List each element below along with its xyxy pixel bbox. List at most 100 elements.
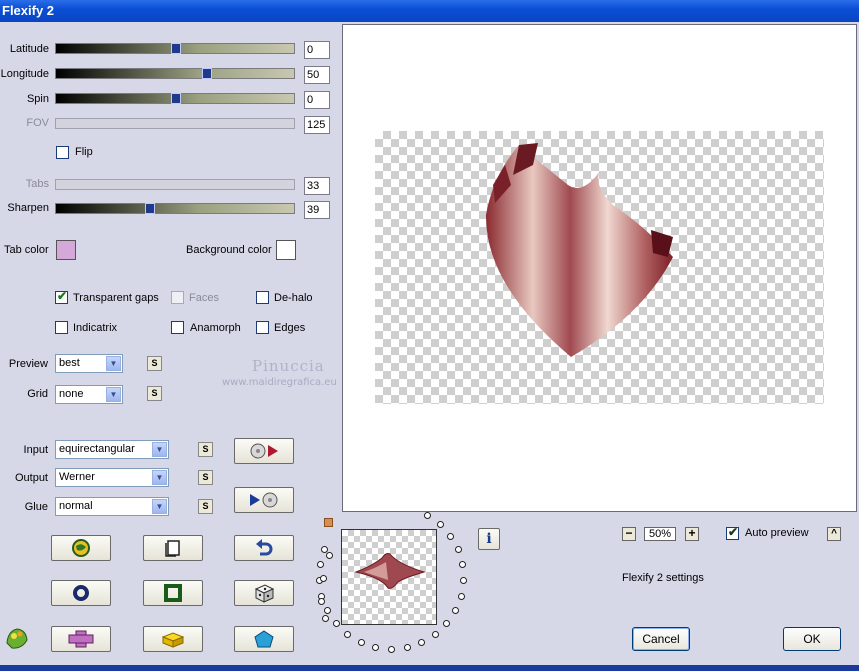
grid-select[interactable]: none ▼	[55, 385, 123, 404]
rotation-ring-dot[interactable]	[357, 639, 365, 647]
output-s-button[interactable]: S	[198, 470, 213, 485]
longitude-slider[interactable]	[55, 68, 295, 79]
output-label: Output	[14, 472, 48, 484]
rotation-ring-dot[interactable]	[324, 607, 332, 615]
rotation-ring-dot[interactable]	[403, 644, 411, 652]
flip-label: Flip	[75, 146, 93, 158]
sharpen-label: Sharpen	[7, 202, 49, 214]
frame-button[interactable]	[143, 580, 203, 606]
convert-output-button[interactable]	[234, 487, 294, 513]
tabs-field: 33	[304, 177, 330, 195]
new-page-button[interactable]	[143, 535, 203, 561]
block-icon	[161, 632, 185, 648]
longitude-field[interactable]: 50	[304, 66, 330, 84]
navigator-thumbnail[interactable]	[341, 529, 437, 625]
random-dice-button[interactable]	[234, 580, 294, 606]
rotation-ring-dot[interactable]	[322, 615, 329, 622]
block-button[interactable]	[143, 626, 203, 652]
glue-label: Glue	[24, 501, 48, 513]
tabs-label: Tabs	[25, 178, 49, 190]
check-icon: ✔	[57, 289, 68, 303]
sharpen-slider[interactable]	[55, 203, 295, 214]
longitude-thumb[interactable]	[202, 68, 212, 79]
navigator-shape	[354, 553, 426, 589]
flip-checkbox[interactable]	[56, 146, 69, 159]
navigator-handle[interactable]	[324, 518, 333, 527]
info-icon: i	[486, 531, 492, 547]
preview-select[interactable]: best ▼	[55, 354, 123, 373]
tab-color-swatch[interactable]	[56, 240, 76, 260]
undo-button[interactable]	[234, 535, 294, 561]
randomize-button[interactable]	[51, 535, 111, 561]
glue-select[interactable]: normal ▼	[55, 497, 169, 516]
check-icon: ✔	[728, 525, 739, 539]
sharpen-thumb[interactable]	[145, 203, 155, 214]
rotation-ring-dot[interactable]	[454, 546, 462, 554]
input-label: Input	[23, 444, 48, 456]
chevron-down-icon: ▼	[152, 442, 167, 457]
rotation-ring-dot[interactable]	[451, 607, 459, 615]
input-select[interactable]: equirectangular ▼	[55, 440, 169, 459]
spin-slider[interactable]	[55, 93, 295, 104]
rotation-ring-dot[interactable]	[320, 575, 327, 582]
background-color-swatch[interactable]	[276, 240, 296, 260]
rotation-ring-dot[interactable]	[332, 620, 340, 628]
ok-button[interactable]: OK	[783, 627, 841, 651]
cancel-button[interactable]: Cancel	[632, 627, 690, 651]
preview-select-value: best	[59, 357, 80, 369]
rotation-ring-dot[interactable]	[344, 631, 352, 639]
rotation-ring-dot[interactable]	[458, 561, 466, 569]
preview-s-button[interactable]: S	[147, 356, 162, 371]
rotation-ring-dot[interactable]	[443, 620, 451, 628]
spin-thumb[interactable]	[171, 93, 181, 104]
glue-s-button[interactable]: S	[198, 499, 213, 514]
output-select[interactable]: Werner ▼	[55, 468, 169, 487]
de-halo-checkbox[interactable]	[256, 291, 269, 304]
rotation-ring-dot[interactable]	[318, 598, 325, 605]
rotation-ring-dot[interactable]	[459, 577, 467, 585]
latitude-slider[interactable]	[55, 43, 295, 54]
fov-field: 125	[304, 116, 330, 134]
rotation-ring-dot[interactable]	[431, 631, 439, 639]
info-button[interactable]: i	[478, 528, 500, 550]
cross-button[interactable]	[51, 626, 111, 652]
anamorph-checkbox[interactable]	[171, 321, 184, 334]
rotation-ring-dot[interactable]	[372, 644, 380, 652]
fov-label: FOV	[26, 117, 49, 129]
input-s-button[interactable]: S	[198, 442, 213, 457]
latitude-thumb[interactable]	[171, 43, 181, 54]
convert-input-button[interactable]	[234, 438, 294, 464]
ring-button[interactable]	[51, 580, 111, 606]
spin-field[interactable]: 0	[304, 91, 330, 109]
window-title: Flexify 2	[2, 3, 55, 18]
latitude-field[interactable]: 0	[304, 41, 330, 59]
grid-s-button[interactable]: S	[147, 386, 162, 401]
rotation-ring-dot[interactable]	[326, 552, 333, 559]
output-select-value: Werner	[59, 471, 95, 483]
rotation-ring-dot[interactable]	[424, 511, 431, 519]
frame-icon	[164, 584, 182, 602]
rotation-ring-dot[interactable]	[317, 561, 325, 569]
spin-label: Spin	[26, 93, 49, 105]
pentagon-button[interactable]	[234, 626, 294, 652]
edges-checkbox[interactable]	[256, 321, 269, 334]
zoom-out-button[interactable]: −	[622, 527, 636, 541]
rotation-ring-dot[interactable]	[388, 646, 395, 653]
title-bar: Flexify 2	[0, 0, 859, 22]
auto-preview-checkbox[interactable]: ✔	[726, 525, 739, 540]
chevron-down-icon: ▼	[106, 356, 121, 371]
rotation-ring-dot[interactable]	[446, 532, 454, 540]
collapse-button[interactable]: ^	[827, 527, 841, 541]
transparent-gaps-checkbox[interactable]: ✔	[55, 289, 68, 304]
sharpen-field[interactable]: 39	[304, 201, 330, 219]
rotation-ring-dot[interactable]	[457, 592, 465, 600]
faces-checkbox	[171, 291, 184, 304]
tab-color-label: Tab color	[4, 244, 49, 256]
preview-canvas[interactable]	[342, 24, 857, 512]
zoom-in-button[interactable]: +	[685, 527, 699, 541]
rotation-ring-dot[interactable]	[436, 520, 444, 528]
de-halo-label: De-halo	[274, 292, 313, 304]
indicatrix-checkbox[interactable]	[55, 321, 68, 334]
rotation-ring-dot[interactable]	[418, 639, 426, 647]
grid-select-value: none	[59, 388, 84, 400]
